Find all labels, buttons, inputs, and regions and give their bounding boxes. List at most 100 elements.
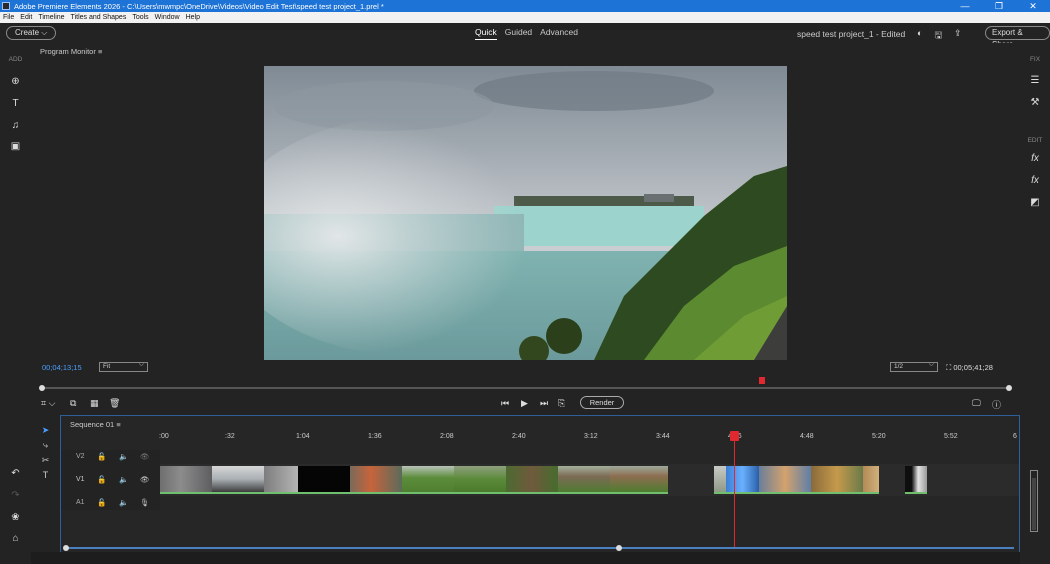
menu-window[interactable]: Window (155, 14, 180, 21)
video-clip[interactable] (610, 466, 668, 494)
music-icon[interactable]: ♫ (0, 120, 31, 131)
play-icon[interactable]: ▶ (521, 398, 528, 409)
minimize-button[interactable]: — (948, 0, 982, 12)
track-header: V1 🔓 🔈 👁 (61, 464, 160, 496)
current-time-readout[interactable]: 00;04;13;15 (42, 363, 82, 372)
home-icon[interactable]: ⌂ (0, 533, 31, 544)
video-clip[interactable] (558, 466, 610, 494)
ruler-tick: 6 (1013, 433, 1017, 440)
mode-tabs: Quick Guided Advanced (475, 27, 578, 40)
timeline-playhead-line (734, 440, 735, 548)
video-clip[interactable] (350, 466, 402, 494)
zoom-end-handle[interactable] (616, 545, 622, 551)
playback-resolution-select[interactable]: 1/2 (890, 361, 938, 372)
menu-file[interactable]: File (3, 14, 14, 21)
video-clip[interactable] (714, 466, 726, 494)
video-clip[interactable] (160, 466, 212, 494)
applied-effects-icon[interactable]: fx (1020, 153, 1050, 164)
lock-icon[interactable]: 🔓 (97, 452, 106, 461)
lock-icon[interactable]: 🔓 (97, 475, 106, 484)
frame-export-icon[interactable]: ⎘ (558, 398, 565, 409)
crop-icon[interactable]: ⌗ ⌵ (41, 398, 55, 409)
copy-icon[interactable]: ⧉ (70, 398, 76, 409)
video-clip[interactable] (212, 466, 264, 494)
mute-icon[interactable]: 🔈 (119, 498, 128, 507)
video-clip[interactable] (454, 466, 506, 494)
timeline-panel: Sequence 01 ≡ :00 :32 1:04 1:36 2:08 2:4… (60, 415, 1020, 552)
theme-toggle-icon[interactable]: ◐ (917, 28, 922, 44)
video-clip[interactable] (506, 466, 558, 494)
restore-button[interactable]: ❐ (982, 0, 1016, 12)
render-button[interactable]: Render (580, 396, 624, 409)
audio-level-meter (1030, 470, 1038, 532)
scrubber-in-handle[interactable] (39, 385, 45, 391)
redo-icon[interactable]: ↷ (0, 490, 31, 501)
video-clip[interactable] (726, 466, 759, 494)
tools-icon[interactable]: ⚒ (1020, 97, 1050, 108)
track-lane[interactable] (160, 464, 1019, 496)
monitor-scrubber[interactable] (39, 377, 1012, 391)
transitions-icon[interactable]: ◩ (1020, 197, 1050, 208)
organizer-icon[interactable]: ❀ (0, 512, 31, 523)
add-media-icon[interactable]: ⊕ (0, 76, 31, 87)
menu-help[interactable]: Help (186, 14, 200, 21)
zoom-start-handle[interactable] (63, 545, 69, 551)
create-button[interactable]: Create ⌵ (6, 26, 57, 40)
export-share-button[interactable]: Export & Share (985, 26, 1050, 49)
video-clip[interactable] (905, 466, 927, 494)
menu-timeline[interactable]: Timeline (38, 14, 64, 21)
share-icon[interactable]: ⇪ (954, 28, 962, 44)
visibility-icon[interactable]: 👁 (140, 475, 150, 484)
text-tool-icon[interactable]: T (31, 470, 60, 480)
ripple-tool-icon[interactable]: ⤷ (31, 440, 60, 451)
tab-quick[interactable]: Quick (475, 27, 497, 40)
track-lane[interactable] (160, 496, 1019, 510)
step-forward-icon[interactable]: ⏭ (540, 398, 548, 409)
tab-guided[interactable]: Guided (505, 27, 532, 40)
mute-icon[interactable]: 🔈 (119, 452, 128, 461)
panel-menu-icon[interactable]: ≡ (98, 47, 102, 56)
track-lane[interactable] (160, 450, 1019, 464)
titles-icon[interactable]: T (0, 98, 31, 109)
video-clip[interactable] (863, 466, 879, 494)
video-clip[interactable] (402, 466, 454, 494)
save-icon[interactable]: 🖫 (934, 28, 942, 44)
menu-tools[interactable]: Tools (132, 14, 148, 21)
grid-icon[interactable]: ▦ (90, 398, 99, 409)
delete-icon[interactable]: 🗑 (109, 398, 120, 409)
video-clip[interactable] (264, 466, 298, 494)
menu-titles-and-shapes[interactable]: Titles and Shapes (71, 14, 127, 21)
ruler-tick: :32 (225, 433, 235, 440)
adjust-icon[interactable]: ☰ (1020, 75, 1050, 86)
effects-icon[interactable]: fx (1020, 175, 1050, 186)
track-a1: A1 🔓 🔈 🎙 (61, 496, 1019, 510)
sticker-icon[interactable]: ▣ (0, 141, 31, 152)
razor-tool-icon[interactable]: ✂ (31, 455, 60, 466)
video-clip[interactable] (759, 466, 811, 494)
microphone-icon[interactable]: 🎙 (140, 498, 150, 507)
scrubber-out-handle[interactable] (1006, 385, 1012, 391)
video-clip[interactable] (298, 466, 350, 494)
ruler-tick: 3:12 (584, 433, 598, 440)
video-clip[interactable] (811, 466, 863, 494)
close-button[interactable]: ✕ (1016, 0, 1050, 12)
screen-icon[interactable]: 🖵 (972, 398, 981, 409)
panel-menu-icon[interactable]: ≡ (116, 420, 120, 429)
project-title: speed test project_1 - Edited (797, 29, 906, 39)
video-preview[interactable] (264, 66, 787, 360)
tab-advanced[interactable]: Advanced (540, 27, 578, 40)
mute-icon[interactable]: 🔈 (119, 475, 128, 484)
lock-icon[interactable]: 🔓 (97, 498, 106, 507)
ruler-tick: 1:36 (368, 433, 382, 440)
time-ruler[interactable]: :00 :32 1:04 1:36 2:08 2:40 3:12 3:44 4:… (159, 431, 1019, 443)
timeline-zoom-bar[interactable] (63, 545, 1014, 551)
select-tool-icon[interactable]: ➤ (31, 425, 60, 436)
menu-edit[interactable]: Edit (20, 14, 32, 21)
zoom-fit-select[interactable]: Fit (99, 361, 148, 372)
visibility-icon[interactable]: 👁 (140, 452, 150, 461)
monitor-playhead[interactable] (759, 377, 766, 384)
help-icon[interactable]: ⓘ (992, 398, 1001, 411)
ruler-tick: 5:52 (944, 433, 958, 440)
undo-icon[interactable]: ↶ (0, 468, 31, 479)
step-back-icon[interactable]: ⏮ (501, 398, 509, 409)
